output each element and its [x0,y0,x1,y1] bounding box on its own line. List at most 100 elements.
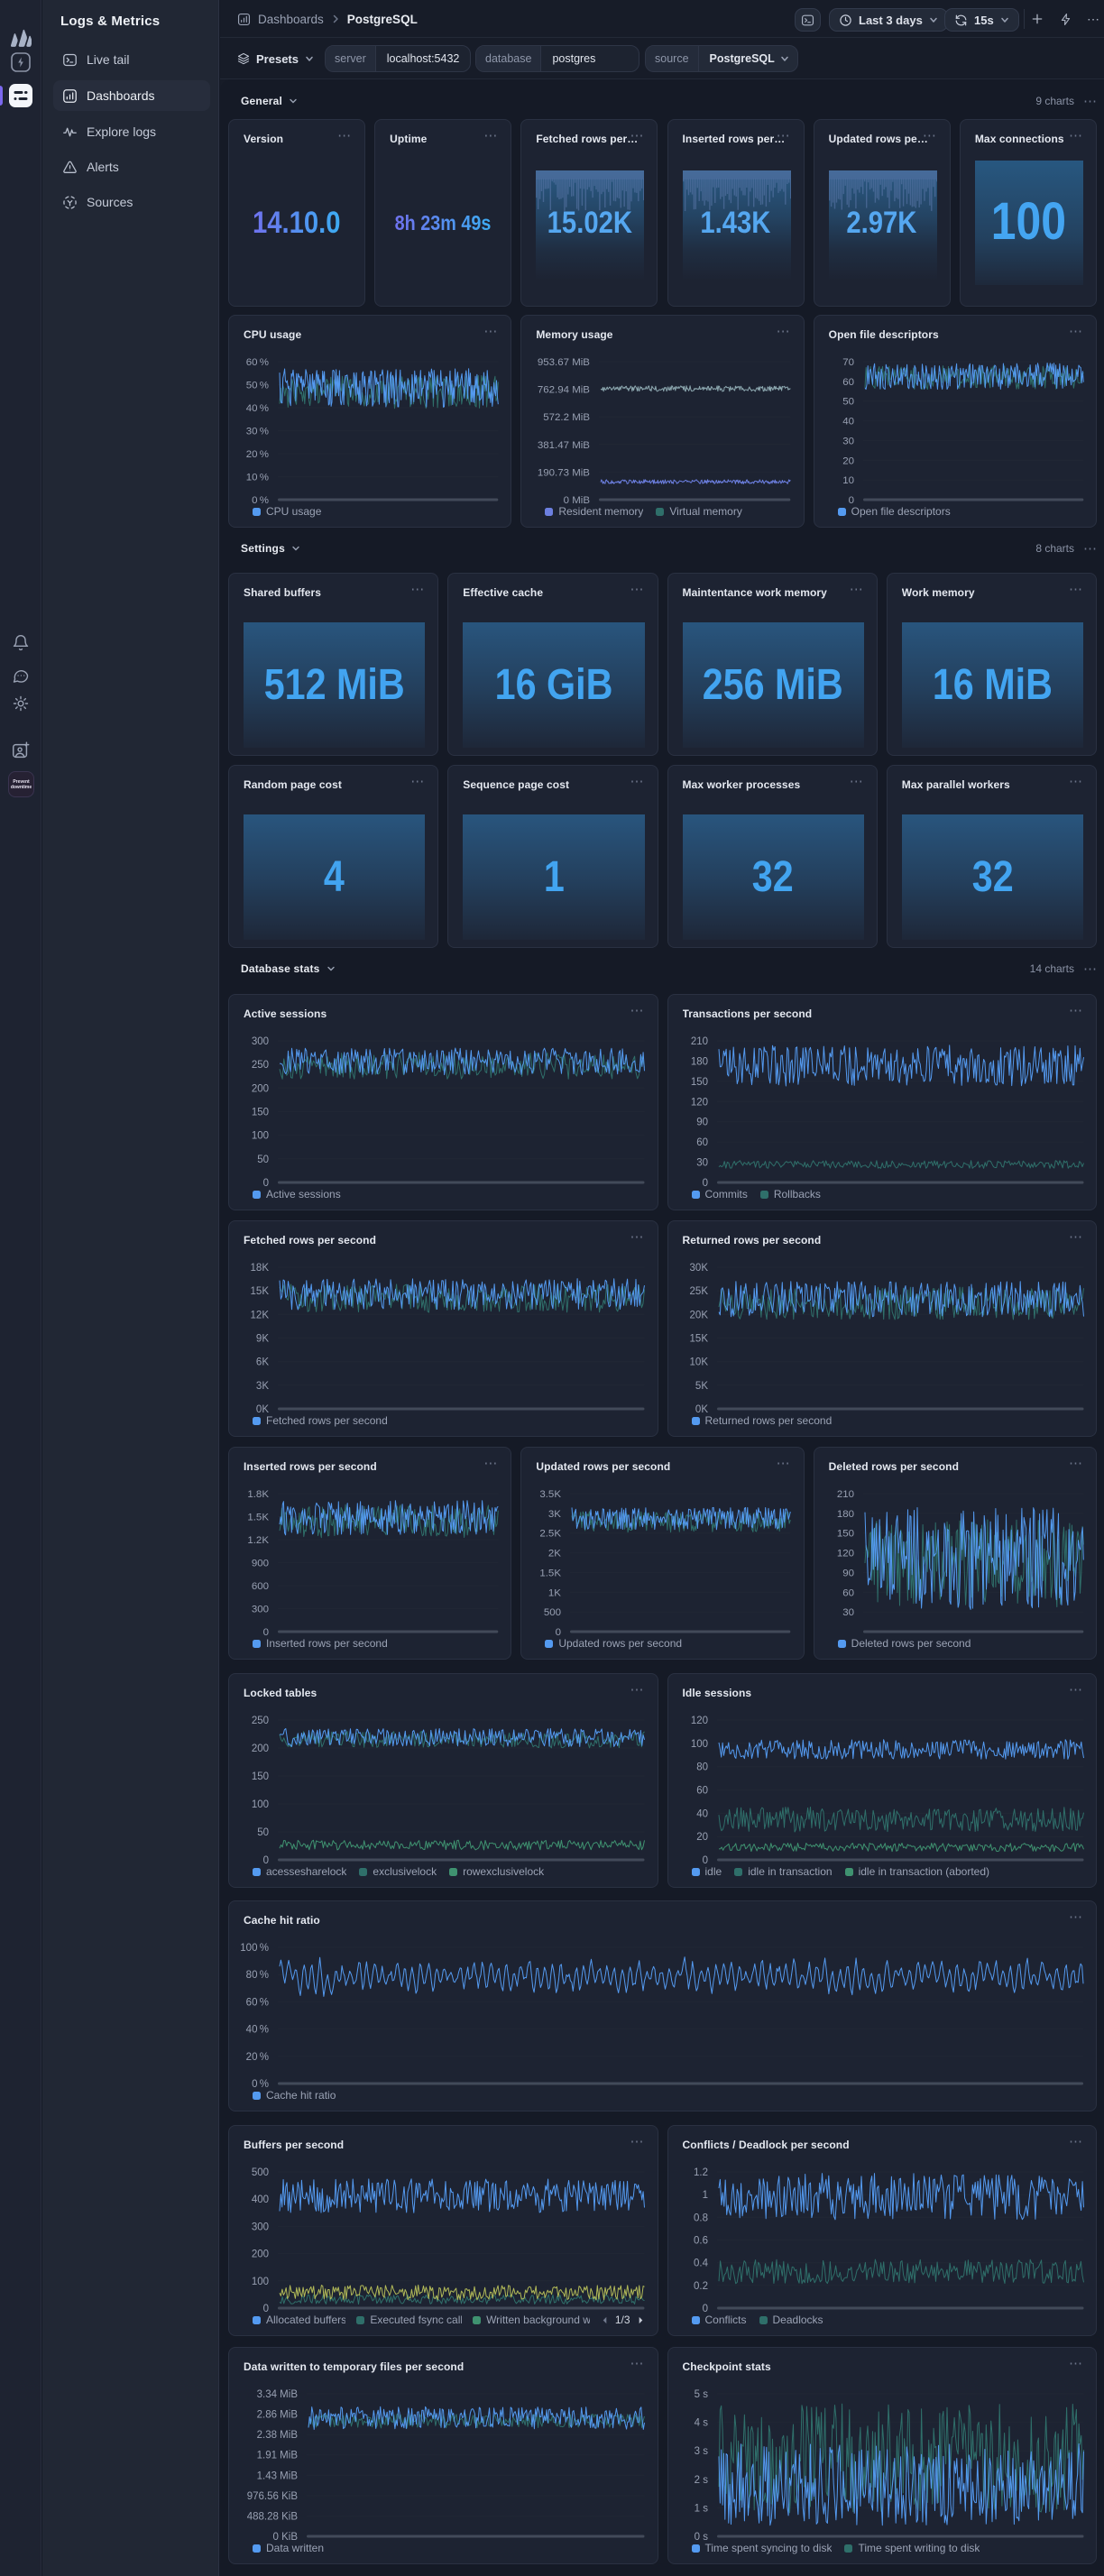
svg-text:60: 60 [842,377,854,388]
svg-text:100: 100 [252,1131,269,1142]
svg-text:10K: 10K [689,1357,708,1368]
svg-text:572.2 MiB: 572.2 MiB [544,412,591,423]
svg-text:20 %: 20 % [246,2052,269,2063]
svg-text:976.56 KiB: 976.56 KiB [247,2491,299,2502]
svg-text:2K: 2K [548,1549,561,1559]
svg-text:1.91 MiB: 1.91 MiB [257,2451,299,2461]
svg-text:2.86 MiB: 2.86 MiB [257,2410,299,2421]
svg-text:150: 150 [836,1529,853,1540]
svg-text:12K: 12K [251,1310,270,1320]
svg-text:30 %: 30 % [246,426,269,437]
svg-text:60: 60 [696,1137,708,1148]
svg-text:2.5K: 2.5K [540,1529,562,1540]
svg-text:180: 180 [836,1509,853,1520]
svg-text:0.6: 0.6 [694,2236,708,2247]
svg-text:4 s: 4 s [694,2418,708,2429]
svg-text:210: 210 [836,1489,853,1500]
svg-text:500: 500 [252,2167,269,2178]
svg-text:60 %: 60 % [246,1997,269,2008]
svg-text:60: 60 [842,1587,854,1598]
svg-text:1.5K: 1.5K [247,1513,269,1523]
svg-text:488.28 KiB: 488.28 KiB [247,2511,299,2522]
svg-text:190.73 MiB: 190.73 MiB [538,467,590,478]
svg-text:6K: 6K [256,1357,269,1368]
svg-text:60 %: 60 % [246,357,269,368]
svg-text:200: 200 [252,2249,269,2260]
svg-text:30: 30 [842,436,854,446]
svg-text:1 s: 1 s [694,2503,708,2514]
svg-text:381.47 MiB: 381.47 MiB [538,440,590,451]
svg-text:150: 150 [252,1771,269,1782]
svg-text:25K: 25K [689,1286,708,1297]
svg-text:300: 300 [252,1036,269,1047]
svg-text:100: 100 [252,2277,269,2287]
svg-text:3K: 3K [548,1509,561,1520]
svg-text:80 %: 80 % [246,1970,269,1981]
svg-text:80: 80 [696,1762,708,1773]
svg-text:120: 120 [690,1097,707,1108]
svg-text:1: 1 [702,2190,707,2201]
svg-text:200: 200 [252,1083,269,1094]
svg-text:1.5K: 1.5K [540,1568,562,1578]
svg-text:0.4: 0.4 [694,2259,709,2269]
svg-text:50: 50 [257,1827,269,1838]
svg-text:100 %: 100 % [240,1943,269,1954]
svg-text:250: 250 [252,1060,269,1071]
svg-text:90: 90 [696,1118,708,1128]
svg-text:100: 100 [252,1799,269,1810]
svg-text:50: 50 [257,1155,269,1165]
svg-text:18K: 18K [251,1263,270,1274]
svg-text:120: 120 [836,1549,853,1559]
svg-text:70: 70 [842,357,854,368]
svg-text:10: 10 [842,475,854,486]
svg-text:30: 30 [842,1607,854,1618]
svg-text:0.2: 0.2 [694,2281,708,2292]
svg-text:150: 150 [690,1077,707,1088]
svg-text:953.67 MiB: 953.67 MiB [538,357,590,368]
svg-text:150: 150 [252,1108,269,1118]
svg-text:3.5K: 3.5K [540,1489,562,1500]
svg-text:20 %: 20 % [246,449,269,460]
svg-text:30: 30 [696,1158,708,1169]
svg-text:1.2: 1.2 [694,2167,708,2178]
svg-text:15K: 15K [251,1286,270,1297]
svg-text:50: 50 [842,397,854,408]
svg-text:900: 900 [252,1558,269,1569]
svg-text:1K: 1K [548,1587,561,1598]
svg-text:20K: 20K [689,1310,708,1320]
svg-text:40 %: 40 % [246,2025,269,2036]
svg-text:100: 100 [690,1739,707,1750]
svg-text:600: 600 [252,1581,269,1592]
svg-text:40: 40 [842,417,854,428]
svg-text:762.94 MiB: 762.94 MiB [538,385,590,396]
svg-text:2 s: 2 s [694,2475,708,2486]
svg-text:400: 400 [252,2194,269,2205]
svg-text:0.8: 0.8 [694,2213,708,2223]
svg-text:40: 40 [696,1808,708,1819]
svg-text:1.2K: 1.2K [247,1535,269,1546]
svg-text:1.8K: 1.8K [247,1489,269,1500]
svg-text:300: 300 [252,1604,269,1615]
svg-text:30K: 30K [689,1263,708,1274]
svg-text:90: 90 [842,1568,854,1578]
svg-text:15K: 15K [689,1334,708,1345]
svg-text:200: 200 [252,1743,269,1754]
svg-text:3.34 MiB: 3.34 MiB [257,2389,299,2400]
svg-text:5K: 5K [695,1381,707,1392]
svg-text:20: 20 [842,455,854,466]
svg-text:50 %: 50 % [246,381,269,391]
svg-text:1.43 MiB: 1.43 MiB [257,2470,299,2481]
svg-text:9K: 9K [256,1334,269,1345]
svg-text:250: 250 [252,1716,269,1726]
svg-text:180: 180 [690,1056,707,1067]
svg-text:3K: 3K [256,1381,269,1392]
svg-text:20: 20 [696,1832,708,1843]
svg-text:3 s: 3 s [694,2446,708,2457]
svg-text:500: 500 [544,1607,561,1618]
svg-text:5 s: 5 s [694,2389,708,2400]
svg-text:2.38 MiB: 2.38 MiB [257,2430,299,2441]
svg-text:210: 210 [690,1036,707,1047]
svg-text:300: 300 [252,2222,269,2232]
svg-text:60: 60 [696,1786,708,1797]
svg-text:10 %: 10 % [246,472,269,483]
